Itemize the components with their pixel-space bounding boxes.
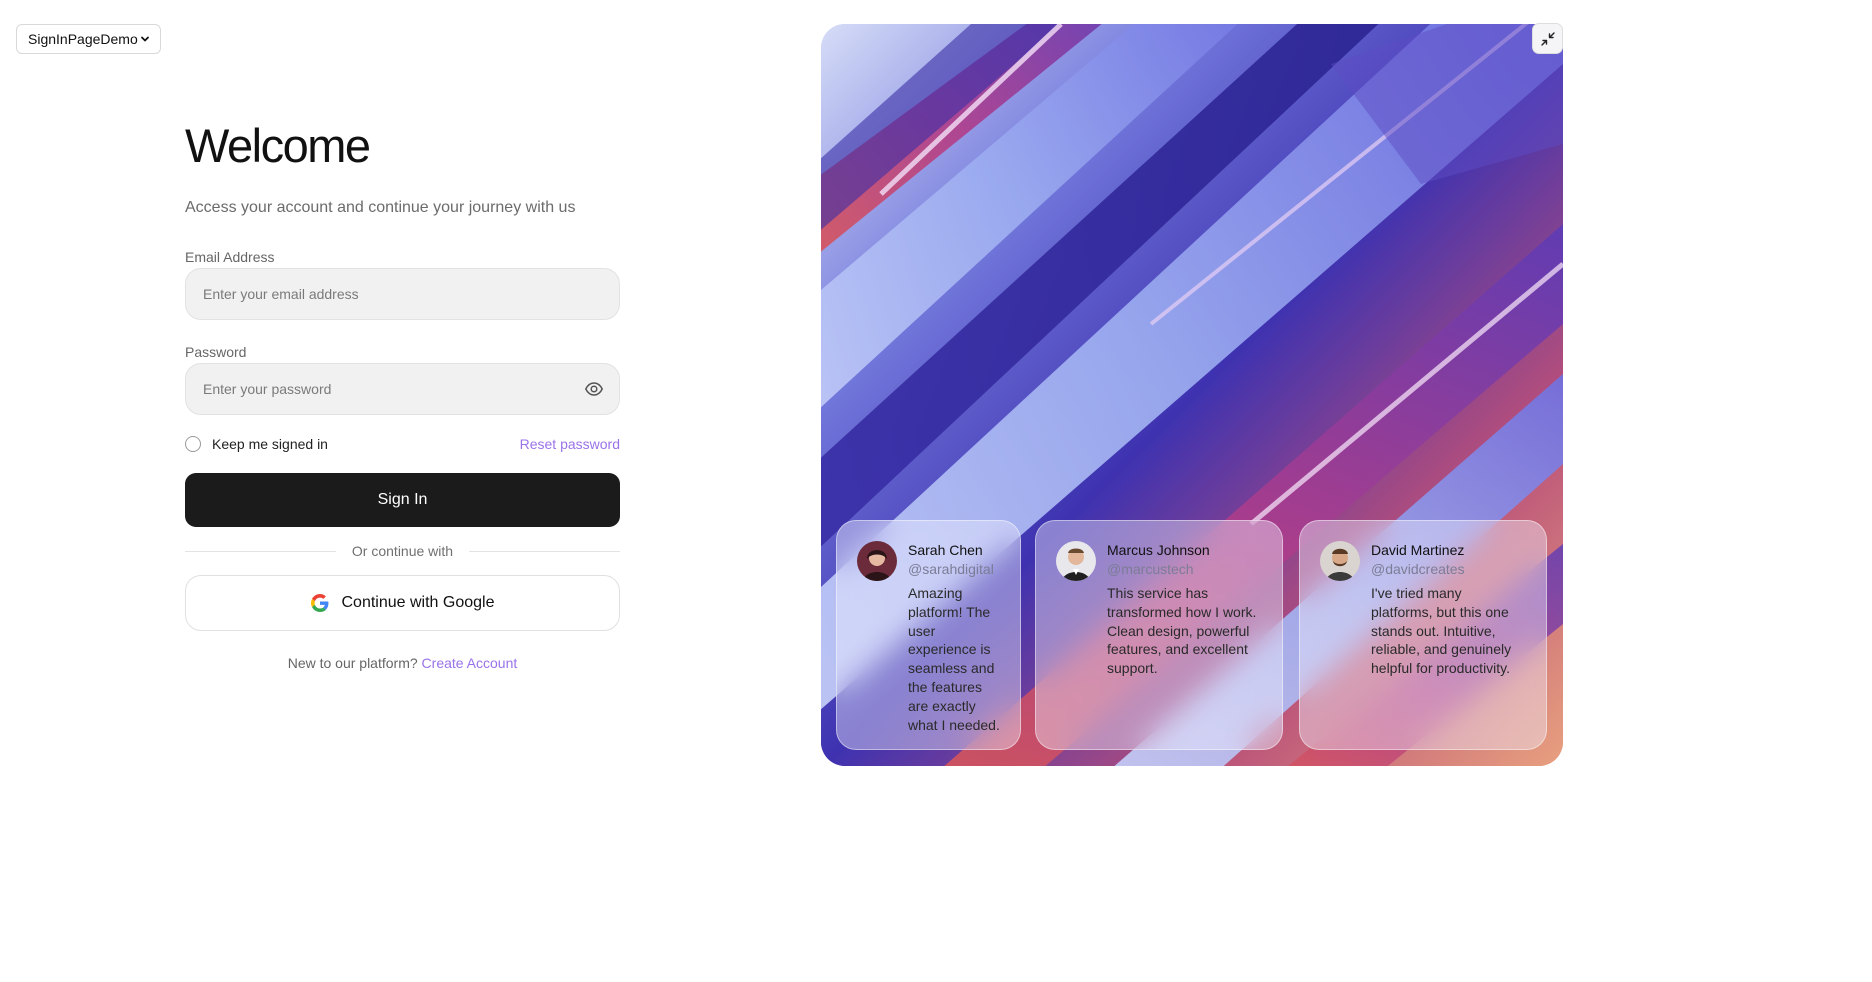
testimonial-handle: @marcustech bbox=[1107, 561, 1194, 577]
avatar bbox=[1056, 541, 1096, 581]
google-icon bbox=[310, 594, 328, 612]
sign-in-button[interactable]: Sign In bbox=[185, 473, 620, 527]
create-account-row: New to our platform? Create Account bbox=[185, 655, 620, 671]
email-field-box bbox=[185, 268, 620, 320]
divider-line-left bbox=[185, 550, 336, 552]
page-title: Welcome bbox=[185, 119, 371, 172]
testimonial-text: This service has transformed how I work.… bbox=[1107, 585, 1257, 677]
reset-password-link[interactable]: Reset password bbox=[520, 436, 620, 452]
divider-line-right bbox=[469, 550, 621, 552]
testimonial-text: I've tried many platforms, but this one … bbox=[1371, 585, 1512, 677]
testimonial-name: Marcus Johnson bbox=[1107, 542, 1210, 558]
email-label: Email Address bbox=[185, 249, 275, 265]
keep-signed-in-checkbox[interactable] bbox=[185, 436, 201, 452]
options-row: Keep me signed in Reset password bbox=[185, 433, 620, 455]
google-button-label: Continue with Google bbox=[341, 594, 495, 611]
testimonial-text: Amazing platform! The user experience is… bbox=[908, 585, 1000, 733]
testimonial-name: David Martinez bbox=[1371, 542, 1465, 558]
eye-icon[interactable] bbox=[584, 379, 604, 399]
new-user-prompt: New to our platform? bbox=[287, 655, 418, 671]
divider: Or continue with bbox=[185, 541, 621, 561]
google-sign-in-button[interactable]: Continue with Google bbox=[185, 575, 620, 631]
testimonial-card: Marcus Johnson @marcustech This service … bbox=[1035, 520, 1283, 750]
testimonial-card: Sarah Chen @sarahdigital Amazing platfor… bbox=[836, 520, 1021, 750]
collapse-icon bbox=[1540, 31, 1555, 46]
create-account-link[interactable]: Create Account bbox=[422, 655, 518, 671]
demo-select-value: SignInPageDemo bbox=[28, 31, 138, 47]
testimonial-handle: @sarahdigital bbox=[908, 561, 994, 577]
testimonial-handle: @davidcreates bbox=[1371, 561, 1465, 577]
password-field[interactable] bbox=[201, 380, 584, 398]
avatar bbox=[857, 541, 897, 581]
divider-text: Or continue with bbox=[351, 543, 454, 559]
hero-panel: Sarah Chen @sarahdigital Amazing platfor… bbox=[821, 24, 1563, 766]
password-field-box bbox=[185, 363, 620, 415]
avatar bbox=[1320, 541, 1360, 581]
email-field[interactable] bbox=[201, 285, 604, 303]
chevron-down-icon bbox=[141, 36, 149, 42]
testimonial-card: David Martinez @davidcreates I've tried … bbox=[1299, 520, 1547, 750]
demo-select[interactable]: SignInPageDemo bbox=[16, 24, 161, 54]
testimonial-name: Sarah Chen bbox=[908, 542, 983, 558]
password-label: Password bbox=[185, 344, 247, 360]
page-subtitle: Access your account and continue your jo… bbox=[185, 199, 576, 216]
collapse-button[interactable] bbox=[1532, 23, 1563, 54]
keep-signed-in-label: Keep me signed in bbox=[212, 436, 328, 452]
